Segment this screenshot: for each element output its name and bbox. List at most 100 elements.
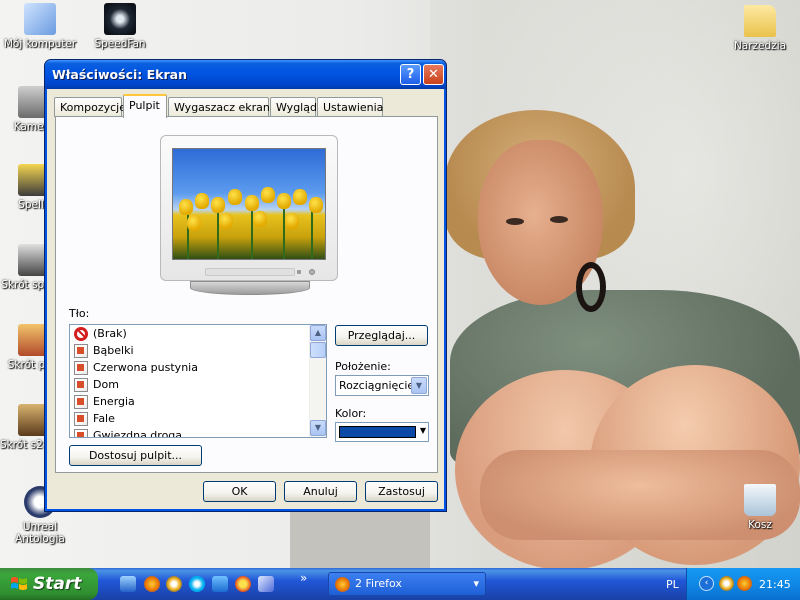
none-icon [74,326,88,341]
help-button[interactable]: ? [400,64,421,85]
monitor-power-led [309,269,315,275]
ok-button[interactable]: OK [203,481,276,502]
browse-button[interactable]: Przeglądaj... [335,325,428,346]
tulip [309,197,323,213]
apply-button[interactable]: Zastosuj [365,481,438,502]
scroll-thumb[interactable] [310,342,326,358]
list-item[interactable]: Bąbelki [70,342,326,359]
tulip [261,187,275,203]
monitor-preview [160,135,338,281]
monitor-button [297,270,301,274]
list-item[interactable]: Fale [70,410,326,427]
monitor-bezel-bar [205,268,295,276]
media-player-tray-icon[interactable] [719,576,734,591]
taskbar: Start » 2 Firefox ▾ PL E ‹ 21:45 [0,568,800,600]
folder-icon [744,5,776,37]
taskbar-button-firefox[interactable]: 2 Firefox ▾ [328,572,486,596]
list-scrollbar[interactable]: ▲ ▼ [309,325,326,437]
position-select[interactable]: Rozciągnięcie ▼ [335,375,429,396]
system-tray: ‹ 21:45 [686,568,800,600]
tulip [277,193,291,209]
tulip [179,199,193,215]
list-item[interactable]: Energia [70,393,326,410]
desktop-icon-narzedzia[interactable]: Narzedzia [722,5,798,52]
background-list[interactable]: (Brak) Bąbelki Czerwona pustynia Dom Ene… [69,324,327,438]
list-item-label: Fale [93,412,115,425]
firefox-icon[interactable] [144,576,160,592]
tulip [245,195,259,211]
customize-desktop-button[interactable]: Dostosuj pulpit... [69,445,202,466]
image-file-icon [74,428,88,437]
image-file-icon [74,411,88,426]
dialog-title: Właściwości: Ekran [52,67,187,82]
color-swatch [339,426,416,438]
tulip [293,189,307,205]
desktop-icon-label: Narzedzia [733,40,787,52]
language-indicator[interactable]: PL [666,578,679,591]
tab-appearance[interactable]: Wygląd [270,97,317,117]
desktop-icon-label: Unreal Antologia [15,521,65,545]
list-item-label: Gwiezdna droga [93,429,183,438]
list-item-label: Bąbelki [93,344,134,357]
tulip [195,193,209,209]
tray-expand-icon[interactable]: ‹ [699,576,714,591]
start-label: Start [33,574,82,594]
monitor-stand [190,281,310,295]
position-label: Położenie: [335,360,391,373]
tulip [219,213,233,229]
close-button[interactable]: ✕ [423,64,444,85]
gadu-gadu-icon[interactable] [235,576,251,592]
clock[interactable]: 21:45 [759,578,791,591]
chevron-down-icon: ▾ [473,577,479,590]
tulip [285,213,299,229]
title-bar[interactable]: Właściwości: Ekran ? ✕ [45,60,446,89]
wallpaper-eye [506,218,524,225]
save-icon[interactable] [120,576,136,592]
tulip [187,215,201,231]
scroll-down-icon[interactable]: ▼ [310,420,326,436]
tulip [228,189,242,205]
list-item-label: Energia [93,395,135,408]
list-item[interactable]: Czerwona pustynia [70,359,326,376]
desktop-tab-panel: Tło: (Brak) Bąbelki Czerwona pustynia Do… [55,116,438,473]
wallpaper-eye [550,216,568,223]
tab-settings[interactable]: Ustawienia [317,97,383,117]
tab-pulpit[interactable]: Pulpit [123,94,167,118]
list-item[interactable]: Gwiezdna droga [70,427,326,438]
display-properties-dialog: Właściwości: Ekran ? ✕ Kompozycje Pulpit… [44,59,447,512]
cancel-button[interactable]: Anuluj [284,481,357,502]
color-picker[interactable]: ▼ [335,422,429,442]
windows-logo-icon [11,577,27,590]
desktop-icon-label: SpeedFan [94,38,146,50]
scroll-up-icon[interactable]: ▲ [310,325,326,341]
recycle-bin-icon [744,484,776,516]
media-player-icon[interactable] [166,576,182,592]
desktop-icon-label: Kosz [748,519,772,531]
tab-kompozycje[interactable]: Kompozycje [54,97,126,117]
start-button[interactable]: Start [0,568,98,600]
desktop-icon-recycle-bin[interactable]: Kosz [722,484,798,531]
skype-icon[interactable] [189,576,205,592]
tulip [253,211,267,227]
list-item-label: (Brak) [93,327,127,340]
chevron-down-icon[interactable]: ▼ [411,377,427,394]
quick-launch-more-icon[interactable]: » [300,571,307,585]
desktop-icon-label: Mój komputer [3,38,77,50]
firefox-icon [335,577,350,592]
fan-icon [104,3,136,35]
desktop-show-icon[interactable] [212,576,228,592]
tab-screensaver[interactable]: Wygaszacz ekranu [168,97,277,117]
chevron-down-icon: ▼ [419,426,426,435]
list-item[interactable]: Dom [70,376,326,393]
list-item[interactable]: (Brak) [70,325,326,342]
taskbar-button-label: 2 Firefox [355,577,402,590]
wallpaper-preview [172,148,326,260]
background-label: Tło: [69,307,90,320]
desktop-icon-speedfan[interactable]: SpeedFan [82,3,158,50]
firefox-tray-icon[interactable] [737,576,752,591]
app-icon[interactable] [258,576,274,592]
image-file-icon [74,343,88,358]
computer-icon [24,3,56,35]
desktop-icon-my-computer[interactable]: Mój komputer [2,3,78,50]
color-label: Kolor: [335,407,367,420]
